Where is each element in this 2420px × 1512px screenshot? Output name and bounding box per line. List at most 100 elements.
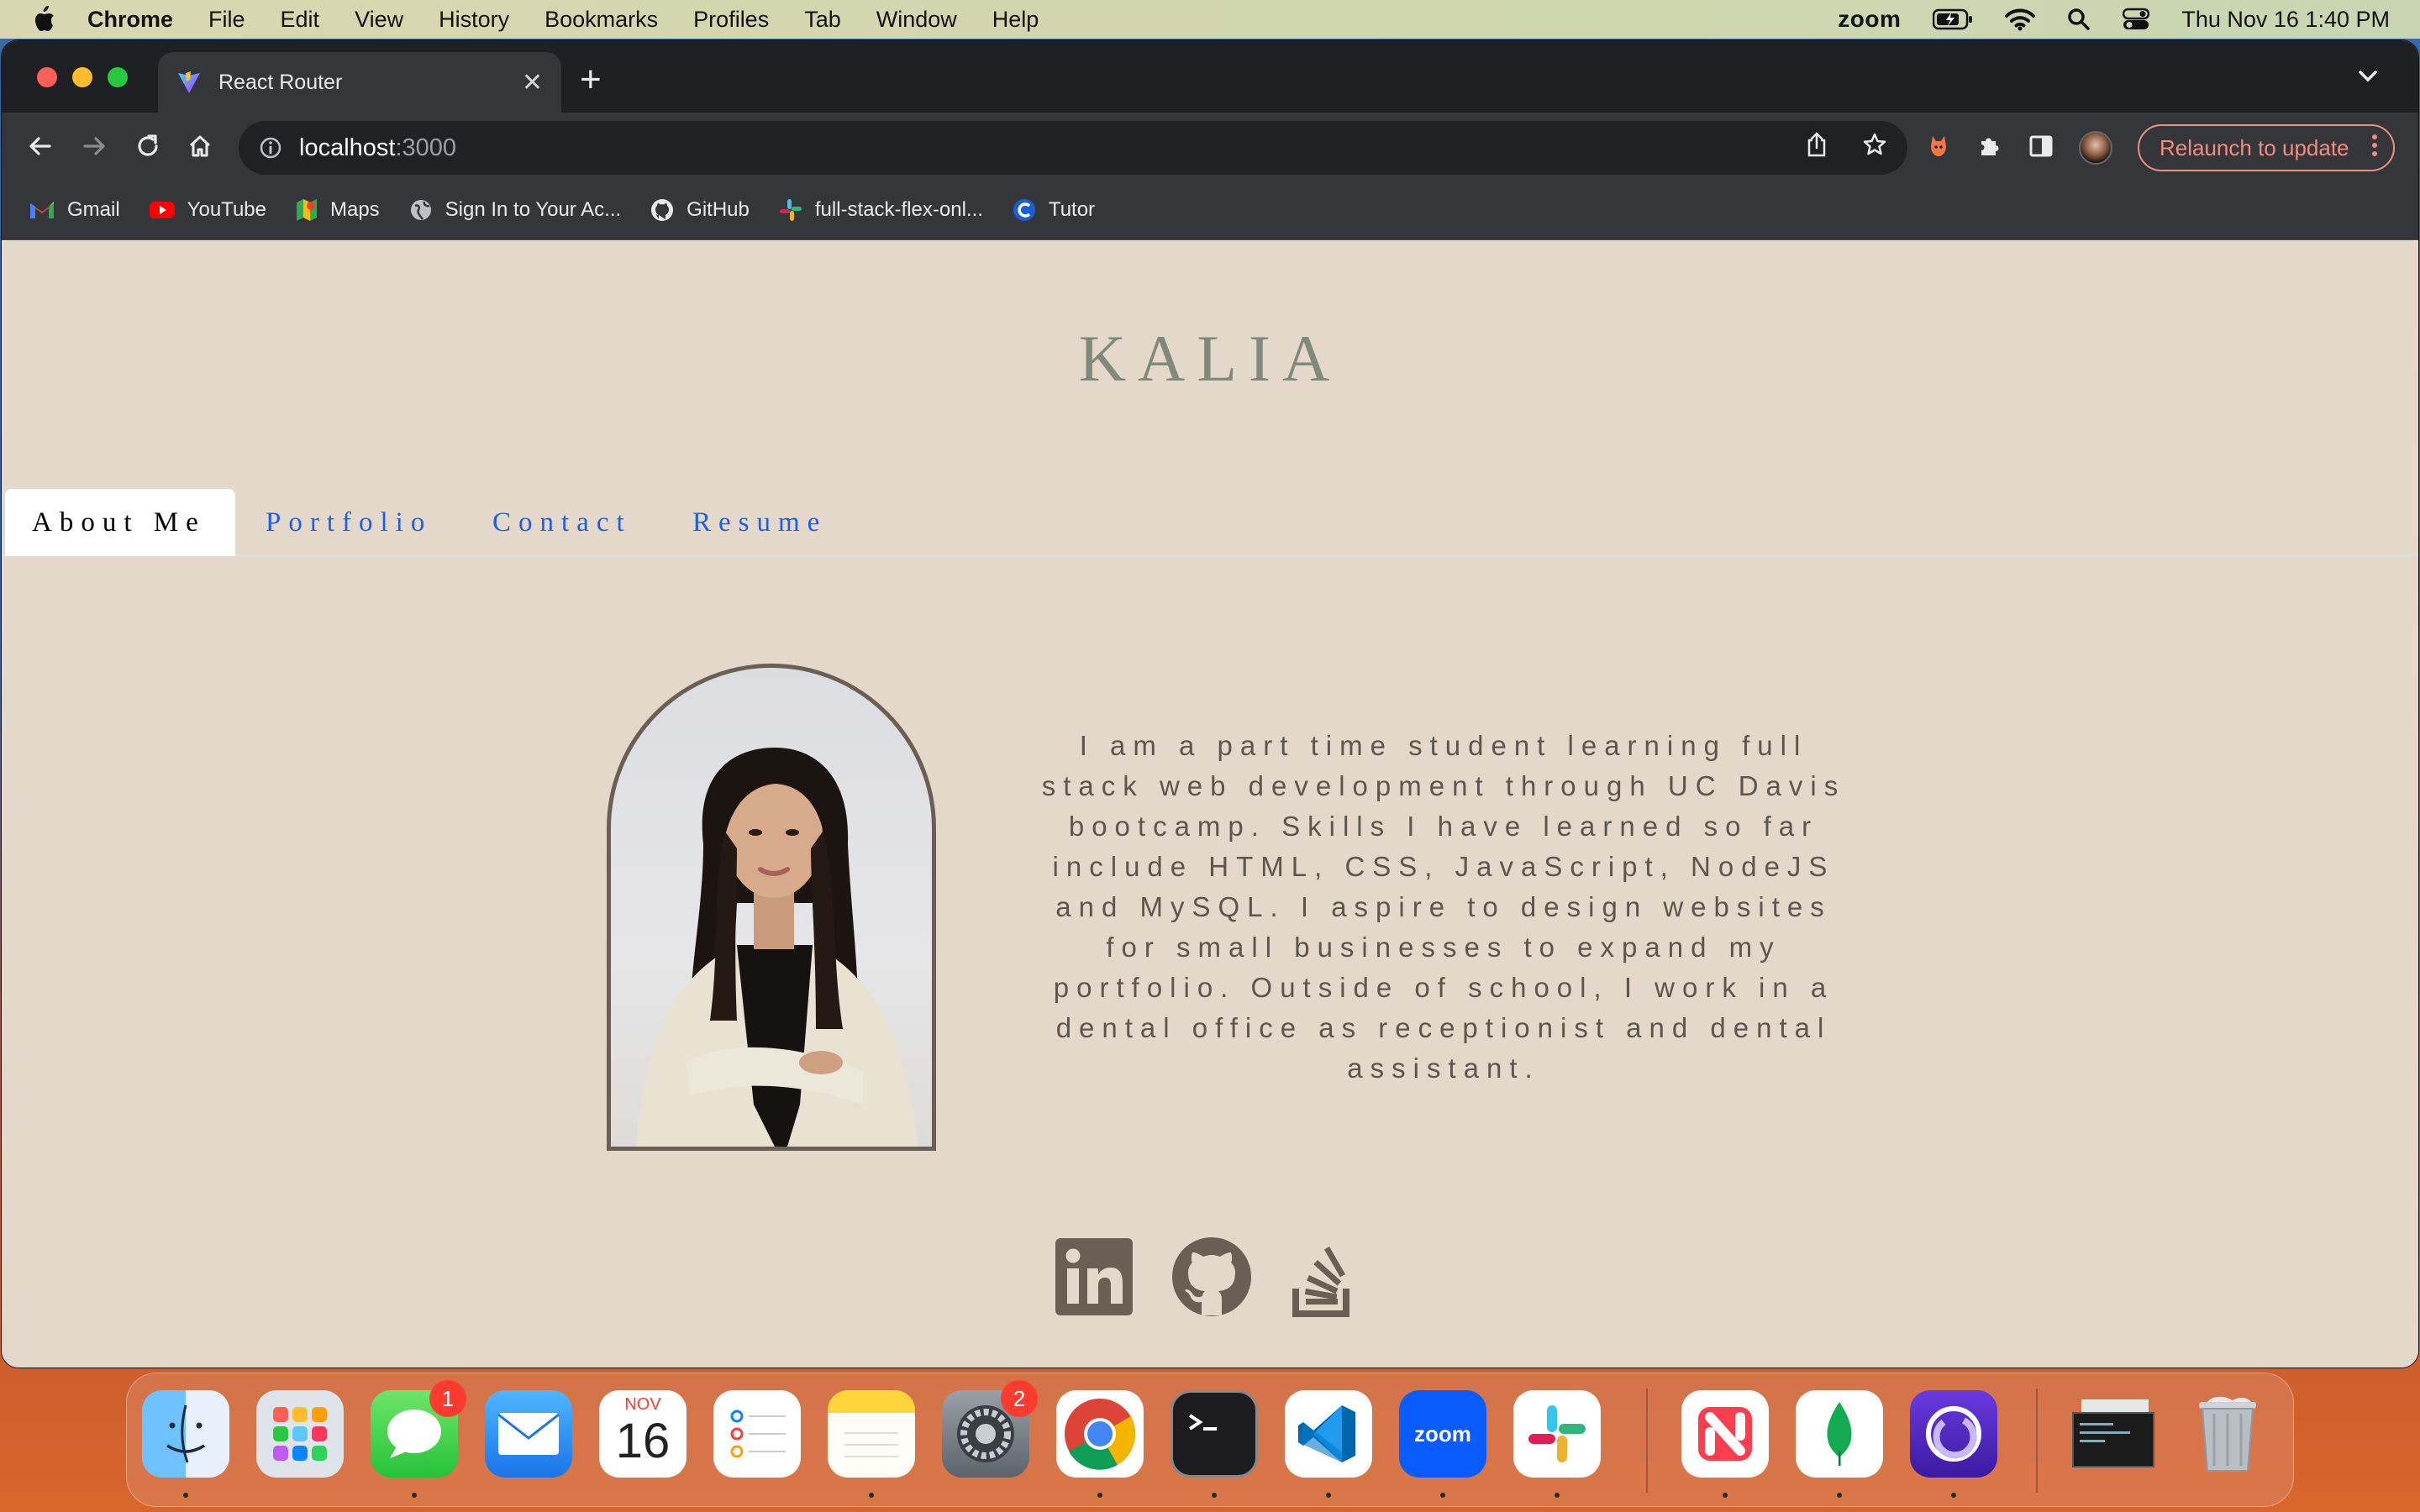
bookmark-sign-in[interactable]: Sign In to Your Ac... (408, 197, 621, 223)
dock-zoom-icon[interactable]: zoom (1399, 1390, 1486, 1478)
new-tab-button[interactable]: + (580, 59, 602, 101)
extensions-puzzle-icon[interactable] (1976, 133, 2003, 164)
profile-avatar[interactable] (2079, 131, 2112, 165)
control-center-icon[interactable] (2123, 8, 2150, 31)
calendar-day: 16 (615, 1414, 671, 1468)
dock-trash-icon[interactable] (2184, 1390, 2271, 1478)
maps-icon (295, 197, 318, 223)
nav-tab-resume[interactable]: Resume (692, 489, 827, 556)
menu-edit[interactable]: Edit (281, 7, 320, 33)
wifi-icon[interactable] (2005, 8, 2036, 31)
extension-fox-icon[interactable] (1926, 133, 1951, 164)
dock-slack-icon[interactable] (1513, 1390, 1601, 1478)
site-brand[interactable]: KALIA (2, 321, 2418, 396)
dock-running-indicator (1326, 1493, 1331, 1498)
bookmark-label: GitHub (687, 197, 750, 221)
dock-running-indicator (1212, 1493, 1217, 1498)
close-window-button[interactable] (37, 67, 57, 87)
apple-menu-icon[interactable] (0, 5, 87, 34)
bookmark-tutor[interactable]: Tutor (1012, 197, 1095, 223)
dock-launchpad-icon[interactable] (256, 1390, 344, 1478)
window-controls (37, 67, 128, 87)
home-button[interactable] (182, 128, 218, 165)
menu-profiles[interactable]: Profiles (693, 7, 769, 33)
dock: 1 NOV 16 2 zoom (126, 1373, 2294, 1507)
browser-window: React Router ✕ + localhost:3000 Relaunc… (2, 40, 2418, 1368)
url-port: :3000 (395, 134, 457, 161)
bookmark-github[interactable]: GitHub (650, 197, 750, 223)
dock-browser-icon[interactable] (1910, 1390, 1997, 1478)
social-links (1055, 1236, 1358, 1317)
zoom-status-item[interactable]: zoom (1838, 6, 1901, 33)
menu-file[interactable]: File (208, 7, 245, 33)
back-button[interactable] (22, 128, 59, 165)
dock-messages-icon[interactable]: 1 (371, 1380, 466, 1478)
bookmark-full-stack[interactable]: full-stack-flex-onl... (778, 197, 983, 223)
stackoverflow-icon[interactable] (1291, 1236, 1358, 1317)
bookmark-label: Maps (329, 197, 380, 221)
reload-button[interactable] (129, 128, 166, 165)
nav-tab-about-me[interactable]: About Me (5, 489, 235, 556)
dock-notes-icon[interactable] (828, 1390, 915, 1478)
dock-running-indicator (183, 1493, 188, 1498)
profile-portrait (607, 664, 936, 1151)
dock-calendar-icon[interactable]: NOV 16 (599, 1390, 687, 1478)
address-bar[interactable]: localhost:3000 (239, 121, 1907, 175)
dock-vscode-icon[interactable] (1285, 1390, 1372, 1478)
relaunch-to-update-button[interactable]: Relaunch to update (2138, 124, 2395, 171)
tab-strip: React Router ✕ + (2, 40, 2418, 113)
dock-running-indicator (1440, 1493, 1445, 1498)
dock-mail-icon[interactable] (485, 1390, 572, 1478)
battery-icon[interactable] (1933, 8, 1973, 30)
bookmark-gmail[interactable]: Gmail (29, 198, 120, 222)
share-icon[interactable] (1805, 132, 1828, 164)
side-panel-icon[interactable] (2028, 134, 2054, 163)
dock-screenshot-stack-icon[interactable] (2070, 1390, 2157, 1478)
dock-reminders-icon[interactable] (713, 1390, 801, 1478)
dock-system-settings-icon[interactable]: 2 (942, 1380, 1038, 1478)
github-icon[interactable] (1171, 1236, 1252, 1317)
menu-bookmarks[interactable]: Bookmarks (544, 7, 658, 33)
dock-running-indicator (1097, 1493, 1102, 1498)
menu-help[interactable]: Help (992, 7, 1039, 33)
close-tab-icon[interactable]: ✕ (522, 68, 543, 97)
tab-title: React Router (218, 70, 343, 94)
maximize-window-button[interactable] (108, 67, 128, 87)
dock-news-icon[interactable] (1681, 1390, 1769, 1478)
menu-window[interactable]: Window (876, 7, 957, 33)
settings-badge: 2 (1001, 1380, 1038, 1417)
vite-favicon-icon (176, 70, 202, 95)
minimize-window-button[interactable] (72, 67, 92, 87)
relaunch-label: Relaunch to update (2160, 134, 2349, 160)
nav-tab-contact[interactable]: Contact (492, 489, 632, 556)
dock-running-indicator (869, 1493, 874, 1498)
spotlight-search-icon[interactable] (2067, 8, 2091, 31)
linkedin-icon[interactable] (1055, 1238, 1133, 1315)
browser-tab-active[interactable]: React Router ✕ (158, 52, 561, 113)
tutor-icon (1012, 197, 1037, 223)
dock-mongodb-icon[interactable] (1796, 1390, 1883, 1478)
menu-history[interactable]: History (439, 7, 509, 33)
more-menu-icon[interactable] (2371, 133, 2378, 164)
tab-search-chevron-icon[interactable] (2358, 66, 2378, 89)
menu-view[interactable]: View (355, 7, 403, 33)
bookmark-star-icon[interactable] (1862, 132, 1887, 164)
bookmark-maps[interactable]: Maps (295, 197, 380, 223)
forward-button[interactable] (76, 128, 113, 165)
calendar-month: NOV (599, 1390, 687, 1414)
dock-finder-icon[interactable] (142, 1390, 229, 1478)
nav-tab-portfolio[interactable]: Portfolio (266, 489, 432, 556)
dock-separator (1646, 1389, 1648, 1493)
menubar-datetime[interactable]: Thu Nov 16 1:40 PM (2181, 7, 2390, 33)
site-info-icon[interactable] (259, 136, 282, 160)
dock-running-indicator (412, 1493, 417, 1498)
menu-tab[interactable]: Tab (804, 7, 841, 33)
bookmark-youtube[interactable]: YouTube (149, 198, 266, 222)
bookmark-label: YouTube (187, 197, 266, 221)
page-content: KALIA About Me Portfolio Contact Resume (2, 240, 2418, 1368)
url-host: localhost (299, 134, 396, 161)
menu-app-name[interactable]: Chrome (87, 7, 173, 33)
dock-terminal-icon[interactable] (1171, 1390, 1258, 1478)
dock-separator (2036, 1389, 2038, 1493)
dock-chrome-icon[interactable] (1056, 1390, 1144, 1478)
